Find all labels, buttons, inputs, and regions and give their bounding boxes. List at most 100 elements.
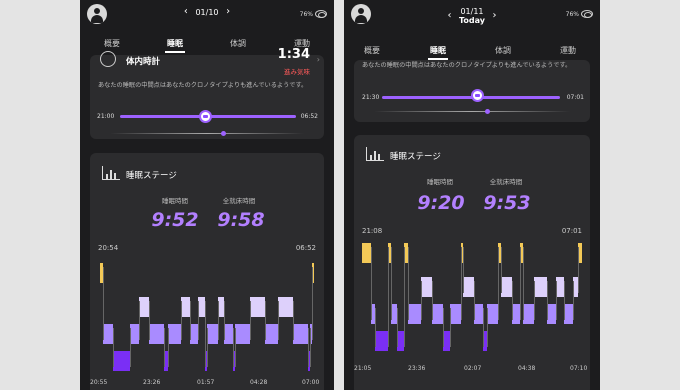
stage-bar-light — [564, 304, 574, 324]
stage-transition-line — [388, 247, 390, 347]
chevron-left-icon[interactable]: ‹ — [179, 7, 193, 17]
stage-bar-light — [511, 304, 521, 324]
stage-transition-line — [533, 281, 535, 320]
tab-sleep[interactable]: 睡眠 — [165, 38, 185, 53]
stage-transition-line — [463, 247, 465, 293]
chart-end-time: 06:52 — [295, 244, 316, 252]
battery-status: 76% — [566, 10, 593, 18]
stage-bar-light — [168, 324, 182, 344]
stage-bar-light — [450, 304, 461, 324]
tab-exercise[interactable]: 運動 — [560, 45, 576, 56]
stage-bar-rem — [555, 277, 565, 297]
stage-transition-line — [443, 308, 445, 347]
tab-condition[interactable]: 体調 — [495, 45, 511, 56]
stage-transition-line — [487, 308, 489, 347]
slider-start-time: 21:00 — [97, 113, 115, 120]
chart-moon-icon — [366, 147, 384, 161]
chevron-right-icon[interactable]: › — [221, 7, 235, 17]
axis-tick-0: 20:55 — [90, 379, 108, 386]
stage-transition-line — [390, 247, 392, 320]
body-clock-card[interactable]: 体内時計 1:34 進み気味 › あなたの睡眠の中間点はあなたのクロノタイプより… — [90, 47, 324, 139]
sleep-stage-chart — [100, 263, 314, 371]
sleep-time-label: 睡眠時間 — [162, 197, 188, 205]
sleep-stage-card[interactable]: 睡眠ステージ 睡眠時間 全就床時間 9:20 9:53 21:08 07:01 … — [354, 135, 590, 390]
body-clock-status: 進み気味 — [284, 68, 310, 76]
body-clock-description: あなたの睡眠の中間点はあなたのクロノタイプよりも進んでいるようです。 — [98, 82, 308, 89]
stage-bar-rem — [181, 297, 190, 317]
stage-transition-line — [307, 328, 309, 367]
stage-transition-line — [546, 281, 548, 320]
stage-transition-line — [483, 308, 484, 347]
stage-transition-line — [370, 247, 372, 320]
stage-transition-line — [432, 281, 434, 320]
sleep-time-value: 9:52 — [151, 209, 199, 231]
stage-bar-light — [224, 324, 233, 344]
chevron-left-icon[interactable]: ‹ — [442, 11, 456, 21]
sleep-midpoint-knob — [199, 110, 212, 123]
left-phone-screen: ‹ 01/10 › 76% 概要 睡眠 体調 運動 体内時計 1:34 進み気味… — [80, 0, 334, 390]
stage-transition-line — [522, 247, 524, 320]
stage-bar-rem — [249, 297, 265, 317]
axis-tick-4: 07:00 — [302, 379, 320, 386]
stage-transition-line — [309, 328, 311, 367]
tab-overview[interactable]: 概要 — [364, 45, 380, 56]
body-clock-card[interactable]: あなたの睡眠の中間点はあなたのクロノタイプよりも進んでいるようです。 21:30… — [354, 60, 590, 122]
chronotype-marker — [221, 131, 226, 136]
right-phone-screen: ‹ 01/11 Today › 76% 概要 睡眠 体調 運動 あなたの睡眠の中間… — [344, 0, 600, 390]
stage-bar-light — [129, 324, 139, 344]
stage-transition-line — [277, 301, 279, 340]
stage-transition-line — [129, 328, 131, 367]
stage-transition-line — [138, 301, 140, 340]
stage-transition-line — [500, 247, 502, 293]
axis-tick-2: 02:07 — [464, 365, 482, 372]
stage-bar-light — [522, 304, 534, 324]
ring-device-icon — [581, 10, 593, 18]
stage-transition-line — [198, 301, 200, 340]
stage-transition-line — [408, 247, 410, 320]
stage-transition-line — [149, 301, 151, 340]
clock-icon — [100, 51, 116, 67]
tab-sleep[interactable]: 睡眠 — [428, 45, 448, 60]
tab-condition[interactable]: 体調 — [230, 38, 246, 49]
stage-bar-light — [189, 324, 199, 344]
stage-transition-line — [498, 247, 500, 320]
stage-bar-rem — [533, 277, 547, 297]
date-navigator: ‹ 01/11 Today › — [344, 7, 600, 25]
chart-start-time: 20:54 — [98, 244, 119, 252]
battery-percent: 76% — [565, 10, 579, 18]
stage-bar-light — [103, 324, 113, 344]
stage-transition-line — [403, 247, 405, 347]
stage-transition-line — [204, 301, 206, 367]
bed-time-value: 9:53 — [483, 192, 531, 214]
stage-transition-line — [555, 281, 557, 320]
stage-transition-line — [311, 267, 313, 340]
axis-tick-1: 23:36 — [408, 365, 426, 372]
stage-bar-light — [207, 324, 218, 344]
date-label: 01/11 — [460, 7, 484, 16]
stage-bar-light — [292, 324, 308, 344]
chart-start-time: 21:08 — [362, 227, 383, 235]
sleep-stage-card[interactable]: 睡眠ステージ 睡眠時間 全就床時間 9:52 9:58 20:54 06:52 … — [90, 153, 324, 390]
slider-end-time: 06:52 — [300, 113, 318, 120]
sleep-time-label: 睡眠時間 — [427, 178, 453, 186]
stage-transition-line — [474, 281, 476, 320]
stage-transition-line — [103, 267, 105, 340]
chevron-right-icon[interactable]: › — [317, 55, 320, 64]
stage-transition-line — [461, 247, 462, 320]
date-label: 01/10 — [195, 7, 219, 17]
chronotype-line — [110, 133, 304, 134]
stage-transition-line — [292, 301, 294, 340]
chronotype-line — [374, 111, 570, 112]
sleep-stage-title: 睡眠ステージ — [126, 171, 177, 181]
chronotype-slider: 21:30 07:01 — [354, 89, 590, 114]
stage-transition-line — [520, 247, 522, 320]
stage-transition-line — [397, 308, 399, 347]
stage-transition-line — [164, 328, 166, 367]
stage-transition-line — [264, 301, 266, 340]
chevron-right-icon[interactable]: › — [488, 11, 502, 21]
tab-overview[interactable]: 概要 — [104, 38, 120, 49]
date-label-group: 01/11 Today — [459, 7, 485, 25]
body-clock-value: 1:34 — [277, 47, 310, 62]
stage-bar-rem — [138, 297, 150, 317]
stage-transition-line — [249, 301, 251, 340]
